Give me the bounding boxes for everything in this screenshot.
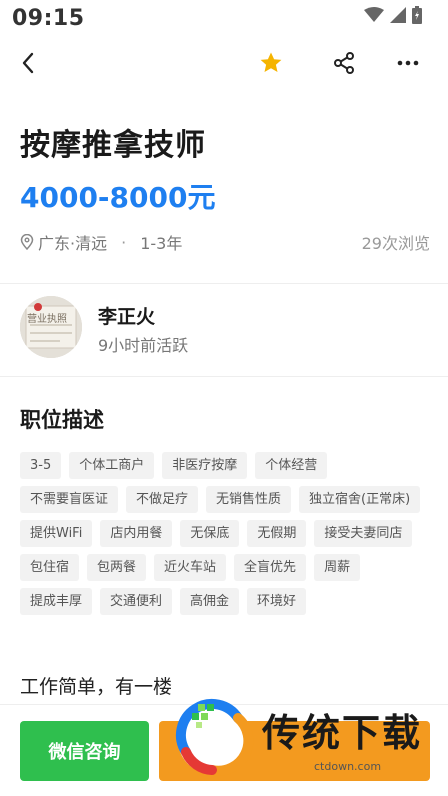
tag: 无保底	[180, 520, 240, 547]
poster-card[interactable]: 营业执照 李正火 9小时前活跃	[20, 296, 430, 362]
job-meta: 广东·清远 · 1-3年 29次浏览	[20, 230, 430, 254]
watermark-url: ctdown.com	[314, 760, 382, 773]
poster-name: 李正火	[98, 306, 156, 328]
poster-active-time: 9小时前活跃	[98, 336, 189, 355]
watermark-logo-icon	[175, 698, 254, 776]
share-button[interactable]	[330, 48, 358, 78]
tag: 周薪	[314, 554, 361, 581]
tag: 交通便利	[100, 588, 173, 615]
tag: 包两餐	[87, 554, 147, 581]
avatar-license-text: 营业执照	[27, 314, 67, 325]
view-count: 29次浏览	[361, 234, 430, 253]
watermark: 传统下载 ctdown.com	[168, 694, 448, 782]
tag: 环境好	[247, 588, 307, 615]
tag: 全盲优先	[234, 554, 307, 581]
tag: 3-5	[20, 452, 62, 479]
status-bar: 09:15	[0, 0, 448, 40]
divider	[0, 376, 448, 377]
tag: 无假期	[247, 520, 307, 547]
tag: 不需要盲医证	[20, 486, 119, 513]
tag: 独立宿舍(正常床)	[299, 486, 421, 513]
wechat-consult-button[interactable]: 微信咨询	[20, 721, 149, 781]
tag: 非医疗按摩	[162, 452, 248, 479]
tag: 不做足疗	[126, 486, 199, 513]
tag: 高佣金	[180, 588, 240, 615]
top-nav	[0, 40, 448, 86]
tag: 提成丰厚	[20, 588, 93, 615]
divider	[0, 283, 448, 284]
tag: 包住宿	[20, 554, 80, 581]
tag: 店内用餐	[100, 520, 173, 547]
tag: 近火车站	[154, 554, 227, 581]
status-time: 09:15	[12, 6, 85, 31]
tag: 个体工商户	[69, 452, 155, 479]
avatar[interactable]: 营业执照	[20, 296, 82, 358]
job-experience: 1-3年	[140, 234, 183, 253]
more-icon	[397, 60, 419, 66]
location-icon	[20, 234, 34, 250]
job-meta-left: 广东·清远 · 1-3年	[20, 230, 182, 254]
tag: 提供WiFi	[20, 520, 93, 547]
job-description-text: 工作简单，有一楼	[20, 676, 173, 698]
tag: 接受夫妻同店	[314, 520, 413, 547]
back-icon	[22, 52, 34, 74]
favorite-button[interactable]	[257, 48, 285, 78]
meta-separator: ·	[121, 232, 127, 252]
tag: 无销售性质	[206, 486, 292, 513]
watermark-text: 传统下载	[262, 711, 423, 755]
back-button[interactable]	[14, 48, 42, 78]
more-button[interactable]	[394, 48, 422, 78]
battery-icon	[412, 6, 422, 28]
section-title: 职位描述	[20, 408, 104, 432]
signal-icon	[390, 7, 406, 27]
salary: 4000-8000元	[20, 181, 216, 214]
tag: 个体经营	[255, 452, 328, 479]
job-location: 广东·清远	[38, 234, 108, 253]
status-icons	[364, 6, 422, 28]
tag-list: 3-5 个体工商户 非医疗按摩 个体经营 不需要盲医证 不做足疗 无销售性质 独…	[20, 452, 430, 615]
share-icon	[334, 52, 354, 74]
star-icon	[260, 52, 282, 72]
wifi-icon	[364, 7, 384, 27]
job-title: 按摩推拿技师	[20, 128, 206, 163]
